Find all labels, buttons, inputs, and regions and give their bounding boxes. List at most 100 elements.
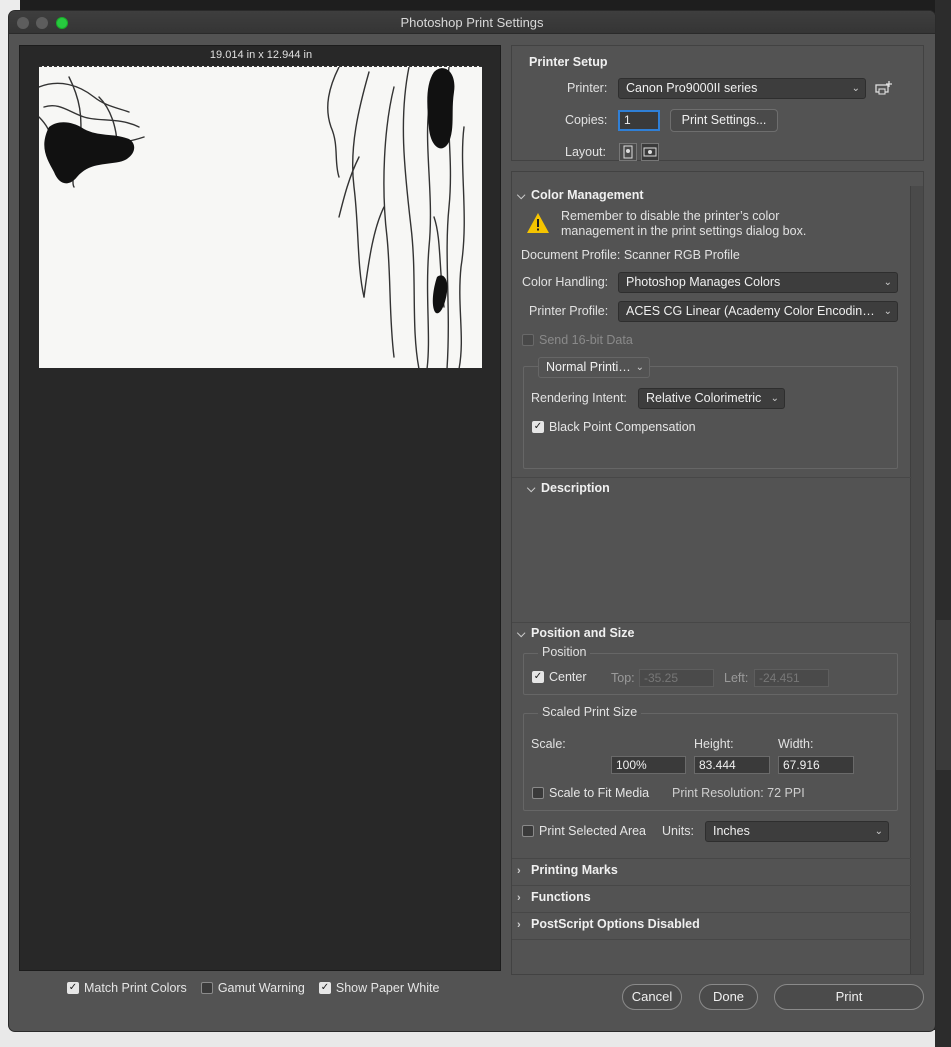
position-size-header[interactable]: ⌵ Position and Size [517,626,635,641]
divider [512,939,912,940]
landscape-layout-icon[interactable] [641,143,659,161]
width-input[interactable]: 67.916 [778,756,854,774]
color-handling-label: Color Handling: [522,275,609,289]
black-point-label: Black Point Compensation [549,420,696,434]
printer-setup-panel: Printer Setup Printer: Canon Pro9000II s… [511,45,924,161]
checkmark-icon: ✓ [318,982,331,994]
left-input[interactable]: -24.451 [754,669,829,687]
layout-label: Layout: [565,145,607,159]
checkmark-icon: ✓ [67,982,79,994]
chevron-right-icon: › [517,892,521,904]
scale-to-fit-box [532,787,544,799]
printer-value: Canon Pro9000II series [626,81,758,95]
checkmark-icon: ✓ [532,671,544,683]
chevron-down-icon: ⌄ [883,277,892,288]
show-paper-white-checkbox[interactable]: ✓ Show Paper White [318,981,440,995]
height-input[interactable]: 83.444 [694,756,770,774]
units-value: Inches [713,824,750,838]
chevron-down-icon: ⌄ [883,306,892,317]
print-selected-area-label: Print Selected Area [539,824,647,838]
width-label: Width: [778,737,814,751]
print-resolution: Print Resolution: 72 PPI [672,786,805,800]
print-settings-dialog: Photoshop Print Settings 19.014 in x 12.… [9,11,935,1031]
print-button[interactable]: Print [774,984,924,1010]
color-management-header[interactable]: ⌵ Color Management [517,188,644,203]
preview-options: ✓ Match Print Colors Gamut Warning ✓ Sho… [67,981,453,995]
divider [512,885,912,886]
portrait-layout-icon[interactable] [619,143,637,161]
gamut-warning-checkbox[interactable]: Gamut Warning [200,981,305,995]
add-printer-icon[interactable] [874,79,894,97]
black-point-checkbox[interactable]: ✓ Black Point Compensation [532,420,696,434]
postscript-header[interactable]: › PostScript Options Disabled [517,917,700,931]
functions-header[interactable]: › Functions [517,890,591,904]
print-settings-button[interactable]: Print Settings... [670,109,778,132]
preview-image[interactable] [39,66,482,368]
scrollbar[interactable] [910,186,923,974]
close-window-button[interactable] [17,17,29,29]
center-checkbox[interactable]: ✓ Center [532,670,587,684]
warning-text-line1: Remember to disable the printer’s color [561,209,780,223]
background-canvas-bottom [0,1030,951,1047]
divider [512,912,912,913]
zoom-window-button[interactable] [56,17,68,29]
printing-marks-title: Printing Marks [531,863,618,877]
position-label: Position [538,645,591,659]
scale-to-fit-checkbox[interactable]: Scale to Fit Media [532,786,649,800]
gamut-warning-label: Gamut Warning [217,981,305,995]
match-print-colors-checkbox[interactable]: ✓ Match Print Colors [67,981,187,995]
printer-profile-label: Printer Profile: [529,304,609,318]
cancel-button[interactable]: Cancel [622,984,682,1010]
left-label: Left: [724,671,749,685]
divider [512,477,912,478]
scale-to-fit-label: Scale to Fit Media [549,786,650,800]
description-title: Description [541,481,610,495]
print-selected-area-box [522,825,534,837]
scaled-print-size-label: Scaled Print Size [538,705,642,719]
print-mode-select[interactable]: Normal Printing ⌄ [538,357,650,378]
chevron-down-icon: ⌄ [851,83,860,94]
window-title: Photoshop Print Settings [400,15,544,30]
send-16bit-checkbox[interactable]: Send 16-bit Data [522,333,633,347]
warning-text-line2: management in the print settings dialog … [561,224,807,238]
position-size-title: Position and Size [531,626,635,640]
chevron-down-icon: ⌵ [517,190,526,202]
match-print-colors-label: Match Print Colors [84,981,187,995]
minimize-window-button[interactable] [36,17,48,29]
chevron-down-icon: ⌄ [635,362,644,373]
chevron-down-icon: ⌄ [770,393,779,404]
description-header[interactable]: ⌵ Description [527,481,610,496]
scale-label: Scale: [531,737,566,751]
show-paper-white-label: Show Paper White [335,981,440,995]
postscript-title: PostScript Options Disabled [531,917,700,931]
rendering-intent-select[interactable]: Relative Colorimetric ⌄ [638,388,785,409]
paper-dimensions: 19.014 in x 12.944 in [209,49,313,61]
scale-input[interactable]: 100% [611,756,686,774]
units-label: Units: [662,824,694,838]
checkmark-icon: ✓ [532,421,544,433]
printer-profile-select[interactable]: ACES CG Linear (Academy Color Encoding S… [618,301,898,322]
printer-select[interactable]: Canon Pro9000II series ⌄ [618,78,866,99]
color-handling-select[interactable]: Photoshop Manages Colors ⌄ [618,272,898,293]
chevron-down-icon: ⌵ [527,483,536,495]
top-label: Top: [611,671,635,685]
warning-icon [526,212,550,234]
printer-profile-value: ACES CG Linear (Academy Color Encoding S… [626,304,897,318]
units-select[interactable]: Inches ⌄ [705,821,889,842]
top-input[interactable]: -35.25 [639,669,714,687]
rendering-intent-label: Rendering Intent: [531,391,627,405]
height-label: Height: [694,737,734,751]
send-16bit-label: Send 16-bit Data [539,333,633,347]
printing-marks-header[interactable]: › Printing Marks [517,863,618,877]
settings-scroll-panel: ⌵ Color Management Remember to disable th… [511,171,924,975]
chevron-down-icon: ⌄ [874,826,883,837]
print-selected-area-checkbox[interactable]: Print Selected Area [522,824,646,838]
done-button[interactable]: Done [699,984,758,1010]
functions-title: Functions [531,890,591,904]
chevron-right-icon: › [517,865,521,877]
send-16bit-box [522,334,534,346]
printer-label: Printer: [567,81,608,95]
copies-input[interactable]: 1 [618,110,660,131]
color-management-title: Color Management [531,188,644,202]
gamut-warning-box [200,982,213,994]
